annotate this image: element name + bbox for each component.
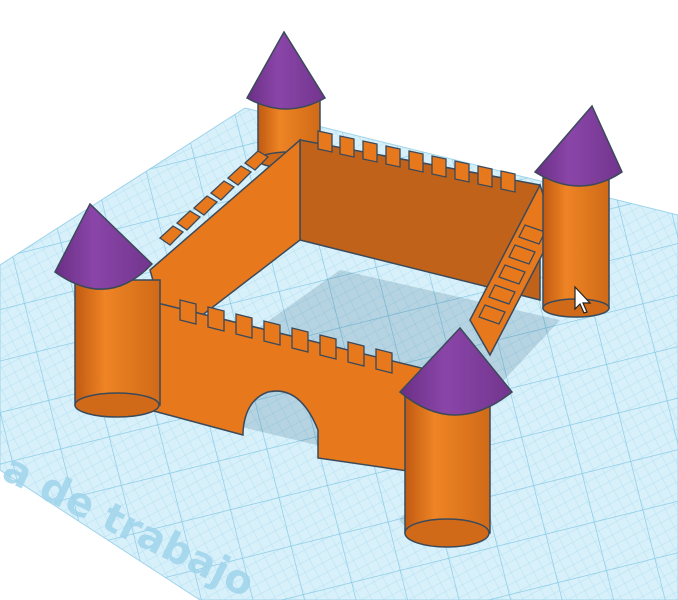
design-viewport[interactable]: a de trabajo xyxy=(0,0,678,600)
roof-cone-back-left xyxy=(245,30,327,110)
tower-back-right[interactable] xyxy=(533,104,623,318)
3d-scene[interactable]: a de trabajo xyxy=(0,0,678,600)
roof-cone-back-right xyxy=(533,104,623,187)
